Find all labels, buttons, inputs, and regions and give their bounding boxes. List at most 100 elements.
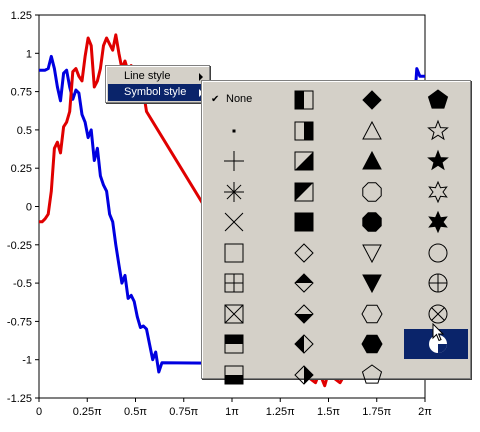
symbol-option-octagon-open[interactable] — [344, 179, 400, 205]
y-tick-label: 1.25 — [11, 10, 32, 22]
menu-item-line-style[interactable]: Line style — [108, 68, 207, 85]
symbol-option-diamond-half-right[interactable] — [276, 362, 332, 388]
circle-open-icon — [428, 243, 448, 262]
square-plus-icon — [224, 273, 244, 293]
symbol-style-submenu: ✔ None — [201, 80, 471, 385]
symbol-option-square-filled[interactable] — [276, 209, 332, 235]
symbol-option-hexagon-filled[interactable] — [344, 331, 400, 357]
y-tick-label: 0.5 — [17, 125, 32, 137]
pentagon-filled-icon — [427, 89, 449, 109]
symbol-option-cross[interactable] — [206, 209, 262, 235]
y-tick-label: -0.75 — [7, 316, 32, 328]
half-square-right-icon — [294, 121, 314, 140]
symbol-option-star5-filled[interactable] — [410, 148, 466, 174]
star5-open-icon — [427, 119, 449, 140]
half-square-diag-lower-icon — [294, 151, 314, 171]
x-tick-label: 0 — [36, 406, 42, 418]
context-menu: Line style Symbol style — [105, 65, 210, 103]
half-square-diag-upper-icon — [294, 182, 314, 201]
symbol-option-diamond-half-left[interactable] — [276, 331, 332, 357]
symbol-option-asterisk[interactable] — [206, 179, 262, 205]
triangle-filled-icon — [362, 150, 382, 170]
symbol-option-star5-open[interactable] — [410, 118, 466, 144]
symbol-option-diamond-filled[interactable] — [344, 87, 400, 113]
symbol-option-pentagon-open[interactable] — [344, 362, 400, 388]
triangle-down-open-icon — [362, 244, 382, 263]
y-tick-label: -1.25 — [7, 393, 32, 405]
octagon-open-icon — [362, 181, 382, 202]
symbol-option-half-square-diag-lower[interactable] — [276, 148, 332, 174]
menu-item-symbol-style[interactable]: Symbol style — [108, 84, 207, 101]
arrow-cursor-icon — [432, 323, 445, 342]
plus-icon — [224, 151, 244, 171]
y-tick-label: 0.75 — [11, 87, 32, 99]
x-tick-label: 1π — [225, 406, 239, 418]
symbol-option-triangle-open[interactable] — [344, 118, 400, 144]
x-tick-label: 1.5π — [317, 406, 340, 418]
x-tick-label: 2π — [418, 406, 432, 418]
hexagon-open-icon — [361, 304, 383, 323]
symbol-option-dot[interactable] — [206, 118, 262, 144]
diamond-half-left-icon — [294, 334, 314, 354]
symbol-option-triangle-down-filled[interactable] — [344, 270, 400, 296]
diamond-filled-icon — [362, 90, 382, 110]
diamond-open-icon — [294, 242, 314, 263]
y-tick-label: -0.25 — [7, 240, 32, 252]
x-tick-label: 1.25π — [266, 406, 295, 418]
pentagon-open-icon — [361, 363, 383, 384]
square-open-icon — [224, 243, 244, 262]
symbol-option-half-square-diag-upper[interactable] — [276, 179, 332, 205]
symbol-option-square-x[interactable] — [206, 301, 262, 327]
symbol-option-none[interactable]: ✔ None — [206, 87, 270, 113]
x-tick-label: 0.75π — [169, 406, 198, 418]
symbol-option-square-half-bottom[interactable] — [206, 362, 262, 388]
symbol-option-half-square-right[interactable] — [276, 118, 332, 144]
symbol-option-pentagon-filled[interactable] — [410, 87, 466, 113]
symbol-option-triangle-down-open[interactable] — [344, 240, 400, 266]
x-tick-label: 0.25π — [73, 406, 102, 418]
symbol-option-square-plus[interactable] — [206, 270, 262, 296]
x-tick-label: 1.75π — [362, 406, 391, 418]
y-tick-label: 0.25 — [11, 163, 32, 175]
symbol-option-diamond-open[interactable] — [276, 240, 332, 266]
symbol-option-none-label: None — [226, 93, 253, 105]
dot-icon — [232, 129, 236, 132]
diamond-half-bottom-icon — [294, 303, 314, 324]
symbol-option-star6-filled[interactable] — [410, 209, 466, 235]
symbol-option-half-square-left[interactable] — [276, 87, 332, 113]
symbol-option-diamond-half-bottom[interactable] — [276, 301, 332, 327]
checkmark-icon: ✔ — [211, 94, 220, 105]
diamond-half-top-icon — [294, 273, 314, 293]
symbol-option-square-half-top[interactable] — [206, 331, 262, 357]
symbol-option-circle-open[interactable] — [410, 240, 466, 266]
x-tick-label: 0.5π — [124, 406, 147, 418]
symbol-option-circle-plus[interactable] — [410, 270, 466, 296]
asterisk-icon — [224, 181, 244, 202]
star5-filled-icon — [427, 149, 449, 171]
y-tick-label: -0.5 — [13, 278, 32, 290]
symbol-option-triangle-filled[interactable] — [344, 148, 400, 174]
symbol-option-diamond-half-top[interactable] — [276, 270, 332, 296]
y-tick-label: -1 — [22, 355, 32, 367]
star6-filled-icon — [428, 210, 448, 234]
y-tick-label: 0 — [26, 202, 32, 214]
square-half-top-icon — [224, 334, 244, 354]
square-x-icon — [224, 304, 244, 323]
y-tick-label: 1 — [26, 48, 32, 60]
triangle-open-icon — [362, 120, 382, 139]
symbol-option-star6-open[interactable] — [410, 179, 466, 205]
diamond-half-right-icon — [294, 364, 314, 385]
symbol-option-hexagon-open[interactable] — [344, 301, 400, 327]
square-half-bottom-icon — [224, 365, 244, 384]
star6-open-icon — [428, 180, 448, 203]
circle-plus-icon — [428, 273, 448, 293]
cross-icon — [224, 212, 244, 232]
symbol-option-plus[interactable] — [206, 148, 262, 174]
octagon-filled-icon — [362, 212, 382, 232]
triangle-down-filled-icon — [362, 274, 382, 294]
square-filled-icon — [294, 212, 314, 232]
symbol-option-octagon-filled[interactable] — [344, 209, 400, 235]
hexagon-filled-icon — [361, 334, 383, 354]
symbol-option-square-open[interactable] — [206, 240, 262, 266]
half-square-left-icon — [294, 90, 314, 110]
